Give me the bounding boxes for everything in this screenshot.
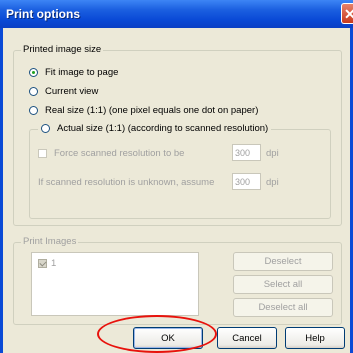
- ok-button[interactable]: OK: [133, 327, 203, 349]
- radio-button-icon: [29, 106, 38, 115]
- deselect-button[interactable]: Deselect: [233, 252, 333, 271]
- unknown-resolution-unit: dpi: [266, 177, 279, 188]
- radio-real-size[interactable]: Real size (1:1) (one pixel equals one do…: [29, 105, 258, 116]
- close-button[interactable]: ✕: [341, 3, 353, 24]
- radio-button-icon: [41, 124, 50, 133]
- radio-button-icon: [29, 87, 38, 96]
- checkbox-icon: [38, 259, 47, 268]
- cancel-button[interactable]: Cancel: [217, 327, 277, 349]
- list-item-label: 1: [51, 258, 57, 269]
- radio-actual-size-label: Actual size (1:1) (according to scanned …: [57, 123, 269, 134]
- close-icon: ✕: [344, 6, 353, 22]
- radio-real-size-label: Real size (1:1) (one pixel equals one do…: [45, 105, 259, 116]
- checkbox-icon: [38, 149, 47, 158]
- deselect-all-button[interactable]: Deselect all: [233, 298, 333, 317]
- radio-fit-image[interactable]: Fit image to page: [29, 67, 118, 78]
- radio-fit-image-label: Fit image to page: [45, 67, 119, 78]
- print-images-legend: Print Images: [21, 236, 79, 247]
- help-button[interactable]: Help: [285, 327, 345, 349]
- radio-button-icon: [29, 68, 38, 77]
- force-resolution-input[interactable]: 300: [232, 144, 261, 161]
- list-item[interactable]: 1: [38, 258, 56, 269]
- actual-size-group: [29, 129, 331, 219]
- radio-actual-size[interactable]: Actual size (1:1) (according to scanned …: [38, 123, 272, 134]
- unknown-resolution-input[interactable]: 300: [232, 173, 261, 190]
- print-images-list[interactable]: 1: [31, 252, 199, 316]
- printed-image-size-legend: Printed image size: [21, 44, 104, 55]
- force-resolution-unit: dpi: [266, 148, 279, 159]
- select-all-button[interactable]: Select all: [233, 275, 333, 294]
- unknown-resolution-label: If scanned resolution is unknown, assume: [38, 177, 215, 188]
- radio-current-view[interactable]: Current view: [29, 86, 98, 97]
- title-bar: Print options ✕: [0, 0, 353, 28]
- force-resolution-checkbox[interactable]: Force scanned resolution to be: [38, 148, 184, 159]
- window-title: Print options: [6, 7, 80, 21]
- radio-current-view-label: Current view: [45, 86, 99, 97]
- force-resolution-label: Force scanned resolution to be: [54, 148, 185, 159]
